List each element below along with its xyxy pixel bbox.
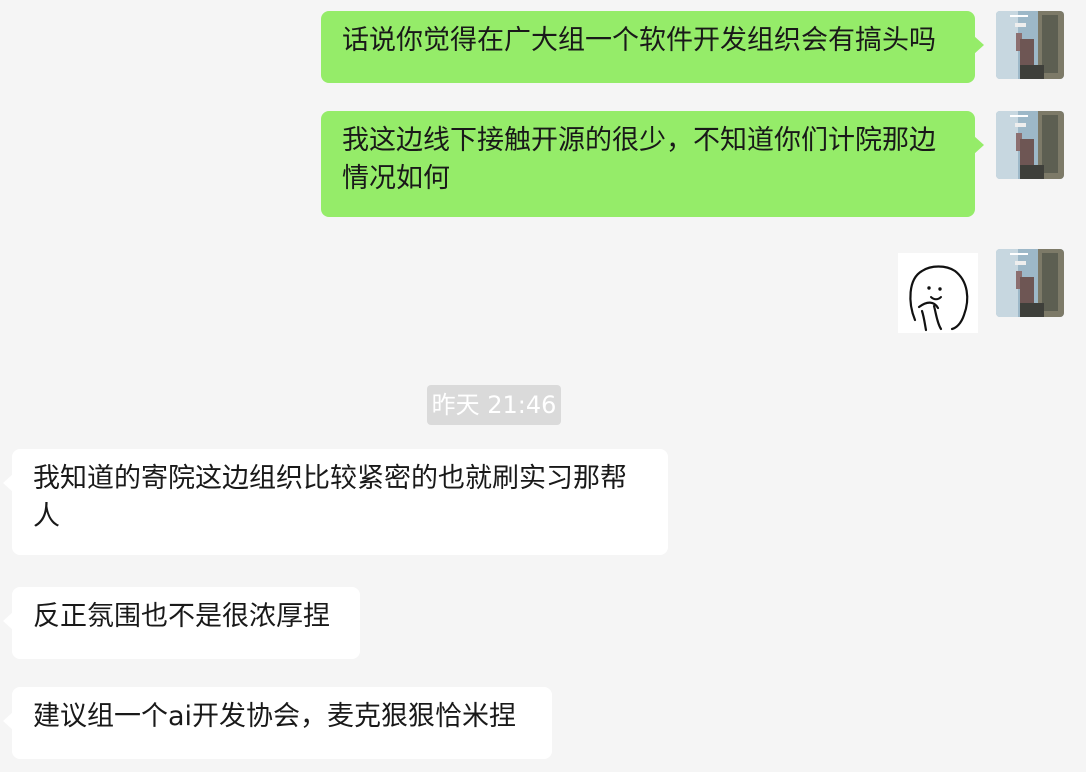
received-message-bubble[interactable]: 反正氛围也不是很浓厚捏 bbox=[3, 587, 360, 659]
sent-message-bubble[interactable]: 我这边线下接触开源的很少，不知道你们计院那边情况如何 bbox=[321, 111, 984, 217]
self-avatar[interactable] bbox=[996, 11, 1064, 79]
received-message-bubble[interactable]: 我知道的寄院这边组织比较紧密的也就刷实习那帮人 bbox=[3, 449, 668, 555]
message-timestamp: 昨天 21:46 bbox=[427, 385, 561, 425]
sent-message-bubble[interactable]: 话说你觉得在广大组一个软件开发组织会有搞头吗 bbox=[321, 11, 984, 83]
sticker-message[interactable] bbox=[898, 253, 978, 333]
self-avatar[interactable] bbox=[996, 249, 1064, 317]
received-message-bubble[interactable]: 建议组一个ai开发协会，麦克狠狠恰米捏 bbox=[3, 687, 552, 759]
self-avatar[interactable] bbox=[996, 111, 1064, 179]
